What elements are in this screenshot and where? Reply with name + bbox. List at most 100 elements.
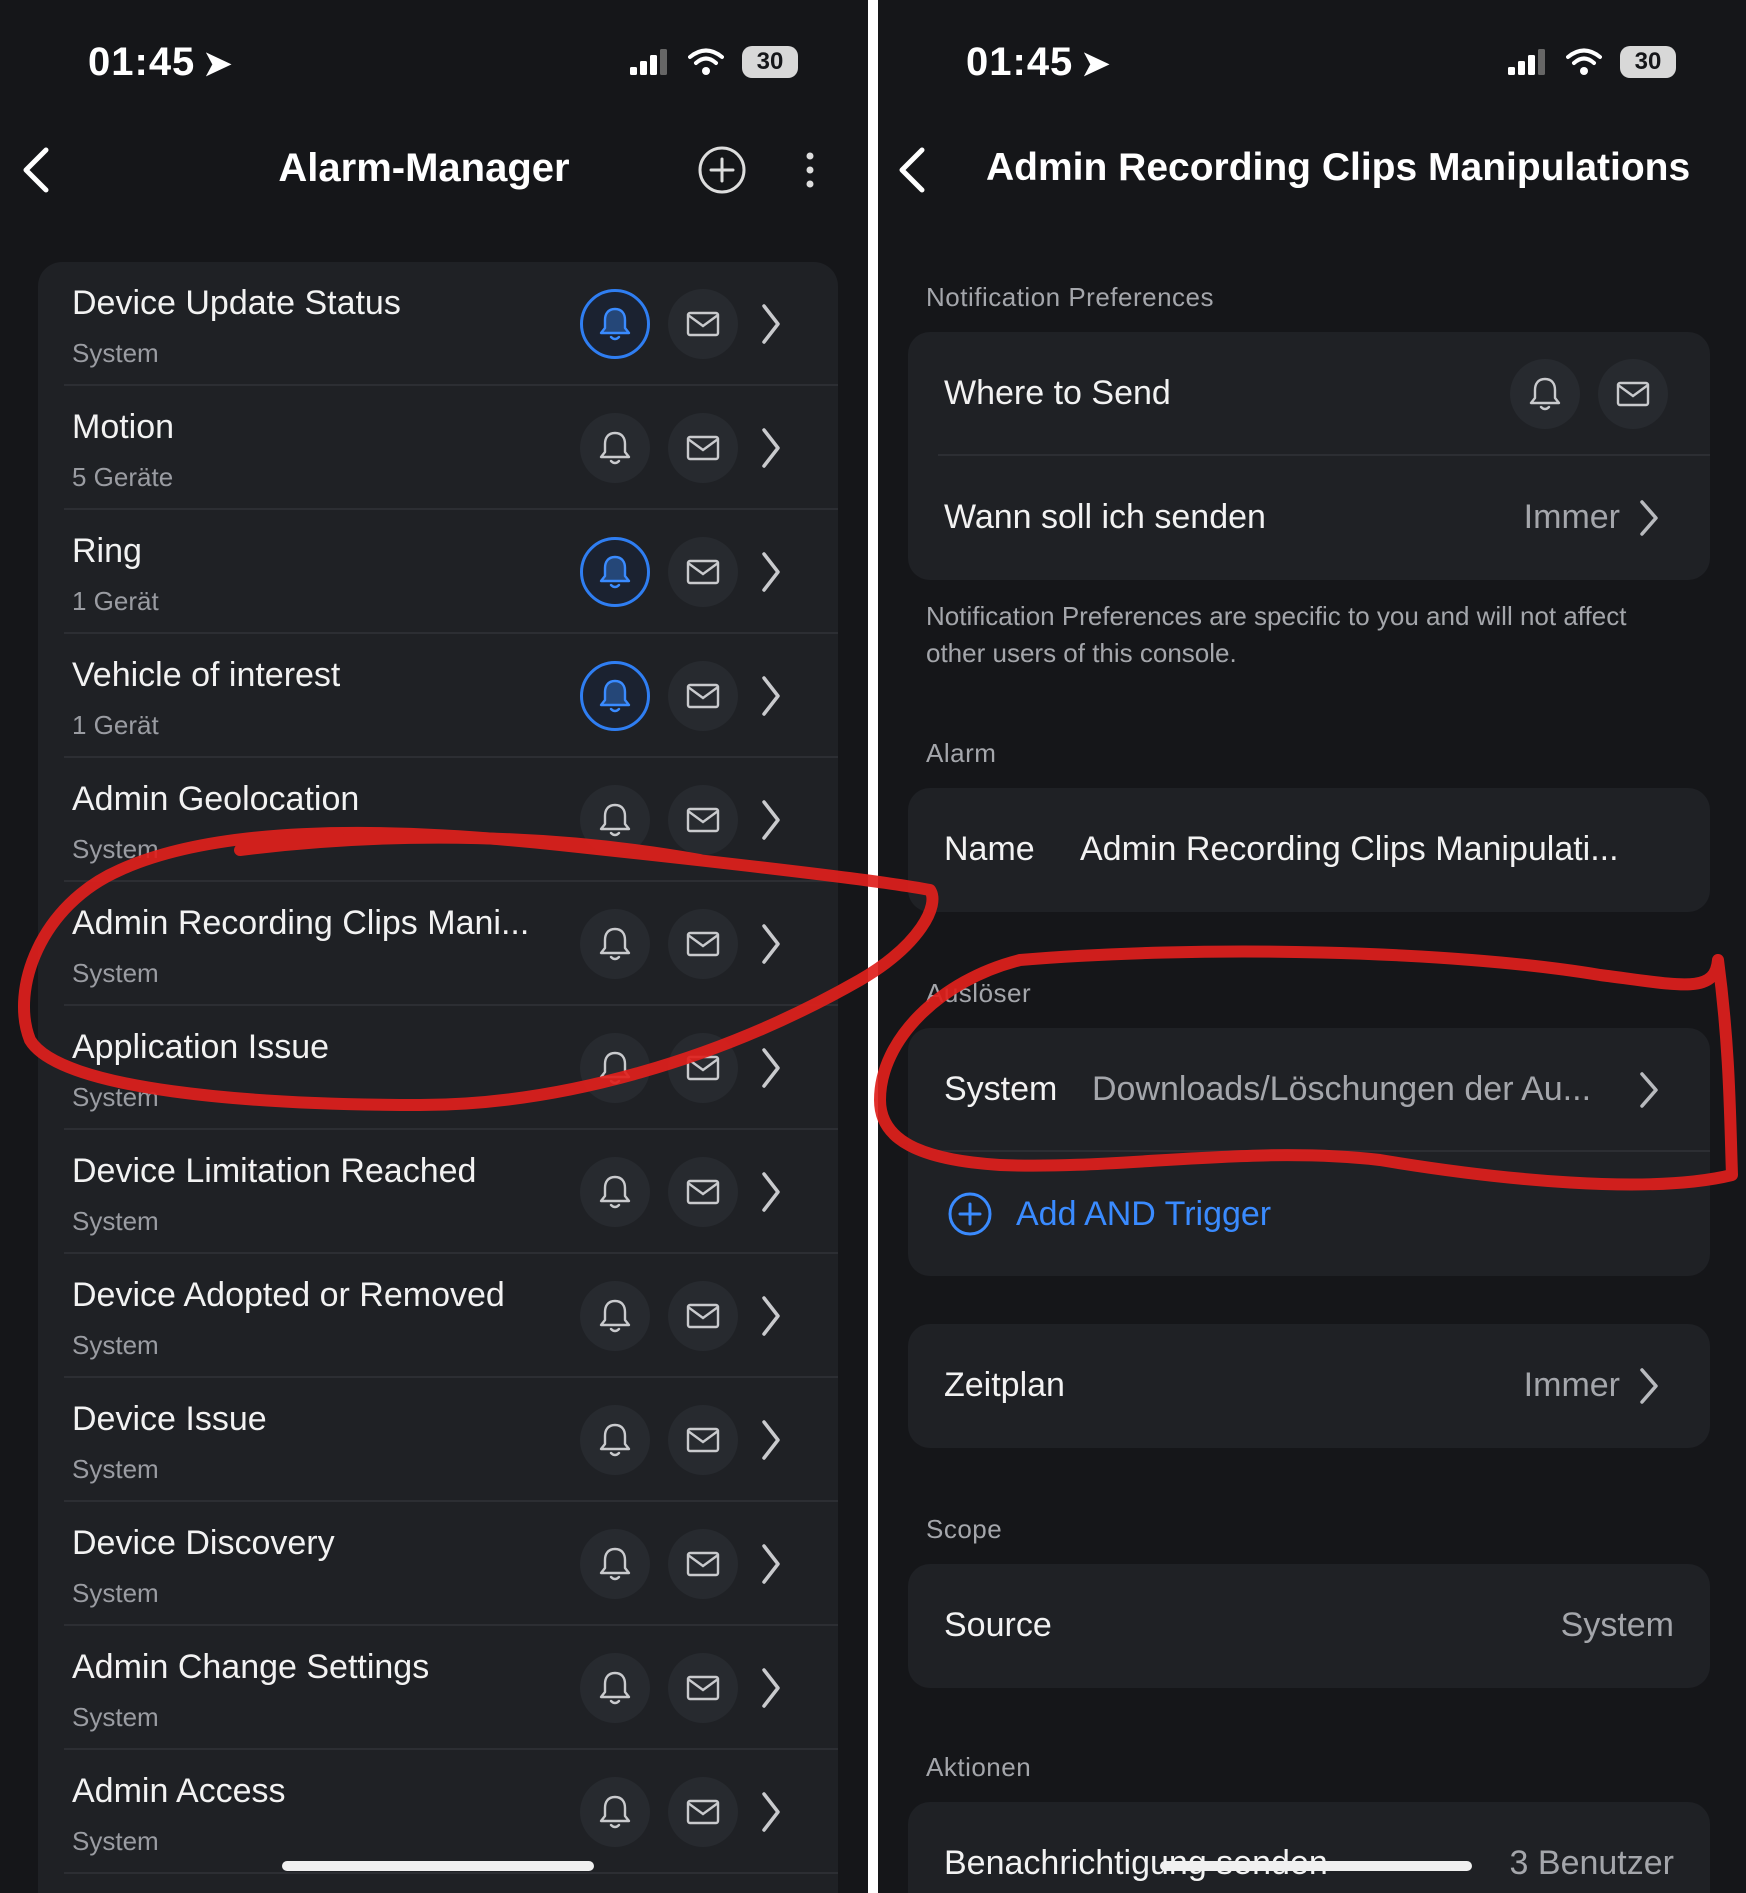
status-bar: 01:45 ➤ 30 [878, 0, 1746, 120]
chevron-right-icon [762, 1420, 780, 1460]
scope-card: Source System [908, 1564, 1710, 1688]
status-time: 01:45 ➤ [88, 40, 233, 84]
alarm-row[interactable]: Device Adopted or Removed System [38, 1254, 838, 1378]
trigger-row[interactable]: System Downloads/Löschungen der Au... [908, 1028, 1710, 1152]
alarm-row[interactable]: Admin Change Settings System [38, 1626, 838, 1750]
push-toggle-button[interactable] [580, 537, 650, 607]
email-toggle-button[interactable] [668, 413, 738, 483]
alarm-subtitle: System [72, 1082, 159, 1112]
email-toggle-button[interactable] [1598, 359, 1668, 429]
alarm-row[interactable]: Ring 1 Gerät [38, 510, 838, 634]
chevron-right-icon [762, 428, 780, 468]
bell-icon [599, 555, 631, 589]
add-trigger-row[interactable]: Add AND Trigger [908, 1152, 1710, 1276]
alarm-title: Ring [72, 532, 142, 570]
push-toggle-button[interactable] [580, 661, 650, 731]
alarm-subtitle: System [72, 1826, 159, 1856]
email-toggle-button[interactable] [668, 1033, 738, 1103]
email-toggle-button[interactable] [668, 785, 738, 855]
bell-icon [599, 307, 631, 341]
alarm-name-row[interactable]: Name Admin Recording Clips Manipulati... [908, 788, 1710, 912]
alarm-title: Motion [72, 408, 175, 446]
mail-icon [686, 559, 720, 585]
when-to-send-value: Immer [1523, 498, 1620, 536]
email-toggle-button[interactable] [668, 1405, 738, 1475]
alarm-row[interactable]: Motion 5 Geräte [38, 386, 838, 510]
status-bar: 01:45 ➤ 30 [0, 0, 868, 120]
push-toggle-button[interactable] [580, 289, 650, 359]
trigger-value: Downloads/Löschungen der Au... [1092, 1070, 1592, 1108]
alarm-subtitle: System [72, 958, 159, 988]
add-circle-icon [948, 1192, 992, 1236]
section-label-scope: Scope [926, 1514, 1003, 1544]
email-toggle-button[interactable] [668, 1157, 738, 1227]
alarm-row[interactable]: Application Issue System [38, 1006, 838, 1130]
alarm-subtitle: System [72, 1702, 159, 1732]
alarm-row[interactable]: Device Issue System [38, 1378, 838, 1502]
push-toggle-button[interactable] [580, 909, 650, 979]
more-vertical-icon[interactable] [792, 144, 828, 196]
email-toggle-button[interactable] [668, 1653, 738, 1723]
alarm-subtitle: System [72, 1454, 159, 1484]
when-to-send-row[interactable]: Wann soll ich senden Immer [908, 456, 1710, 580]
email-toggle-button[interactable] [668, 661, 738, 731]
mail-icon [686, 1179, 720, 1205]
source-value: System [1560, 1606, 1674, 1644]
push-toggle-button[interactable] [580, 1281, 650, 1351]
add-circle-icon[interactable] [696, 144, 748, 196]
push-toggle-button[interactable] [580, 785, 650, 855]
email-toggle-button[interactable] [668, 537, 738, 607]
mail-icon [686, 435, 720, 461]
battery-icon: 30 [742, 46, 798, 78]
mail-icon [686, 311, 720, 337]
add-trigger-button[interactable]: Add AND Trigger [1016, 1195, 1271, 1234]
trigger-card: System Downloads/Löschungen der Au... Ad… [908, 1028, 1710, 1276]
notification-note: Notification Preferences are specific to… [926, 601, 1627, 668]
alarm-row[interactable]: Device Discovery System [38, 1502, 838, 1626]
push-toggle-button[interactable] [1510, 359, 1580, 429]
email-toggle-button[interactable] [668, 289, 738, 359]
push-toggle-button[interactable] [580, 413, 650, 483]
push-toggle-button[interactable] [580, 1157, 650, 1227]
email-toggle-button[interactable] [668, 909, 738, 979]
push-toggle-button[interactable] [580, 1529, 650, 1599]
home-indicator [1160, 1861, 1472, 1871]
bell-icon [599, 1299, 631, 1333]
email-toggle-button[interactable] [668, 1777, 738, 1847]
nav-bar: Alarm-Manager [0, 120, 868, 220]
source-row: Source System [908, 1564, 1710, 1688]
schedule-row[interactable]: Zeitplan Immer [908, 1324, 1710, 1448]
push-toggle-button[interactable] [580, 1777, 650, 1847]
wifi-icon [1566, 48, 1602, 75]
location-arrow-icon: ➤ [1081, 45, 1111, 83]
when-to-send-label: Wann soll ich senden [944, 498, 1266, 536]
alarm-row[interactable]: Admin Geolocation System [38, 758, 838, 882]
email-toggle-button[interactable] [668, 1529, 738, 1599]
alarm-row[interactable]: Device Limitation Reached System [38, 1130, 838, 1254]
signal-icon [630, 49, 667, 75]
home-indicator [282, 1861, 594, 1871]
where-to-send-label: Where to Send [944, 374, 1171, 412]
mail-icon [686, 1675, 720, 1701]
schedule-card: Zeitplan Immer [908, 1324, 1710, 1448]
send-notification-row[interactable]: Benachrichtigung senden 3 Benutzer [908, 1802, 1710, 1893]
alarm-list: Device Update Status System Motion 5 Geräte… [38, 262, 838, 1893]
email-toggle-button[interactable] [668, 1281, 738, 1351]
alarm-row[interactable]: Admin Access System [38, 1750, 838, 1874]
alarm-row[interactable]: Device Update Status System [38, 262, 838, 386]
mail-icon [686, 683, 720, 709]
notification-preferences-card: Where to Send Wann soll ich senden Immer [908, 332, 1710, 580]
status-time: 01:45 ➤ [966, 40, 1111, 84]
alarm-row[interactable]: Admin Recording Clips Mani... System [38, 882, 838, 1006]
push-toggle-button[interactable] [580, 1405, 650, 1475]
back-chevron-icon[interactable] [894, 144, 930, 196]
schedule-label: Zeitplan [944, 1366, 1065, 1404]
section-label-actions: Aktionen [926, 1752, 1032, 1782]
alarm-row[interactable]: Vehicle of interest 1 Gerät [38, 634, 838, 758]
mail-icon [686, 1303, 720, 1329]
signal-icon [1508, 49, 1545, 75]
alarm-title: Device Discovery [72, 1524, 335, 1562]
push-toggle-button[interactable] [580, 1033, 650, 1103]
push-toggle-button[interactable] [580, 1653, 650, 1723]
alarm-subtitle: System [72, 1330, 159, 1360]
